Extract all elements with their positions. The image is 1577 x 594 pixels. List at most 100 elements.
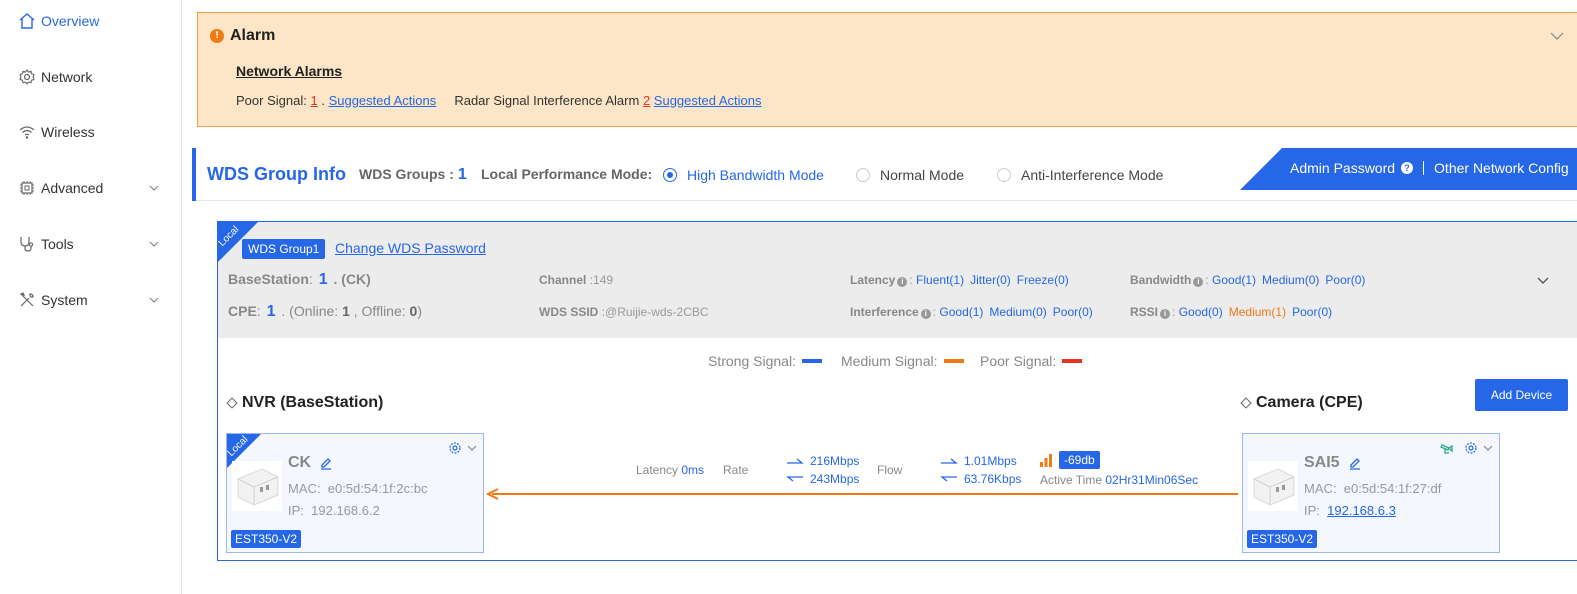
- device-model-badge: EST350-V2: [1247, 530, 1318, 548]
- wds-groups-count: WDS Groups :1: [359, 166, 467, 184]
- section-title-text: NVR (BaseStation): [242, 394, 384, 411]
- legend-poor-swatch: [1062, 359, 1083, 363]
- bandwidth-label: Bandwidth: [1130, 273, 1192, 287]
- info-icon[interactable]: i: [920, 309, 931, 319]
- cpe-count: 1: [266, 303, 276, 320]
- sidebar-item-system[interactable]: System: [0, 280, 181, 320]
- poor-signal-count[interactable]: 1: [310, 93, 317, 108]
- sidebar-item-overview[interactable]: Overview: [0, 1, 181, 41]
- legend-medium-swatch: [943, 359, 964, 363]
- latency-fluent: Fluent(1): [916, 273, 965, 287]
- sidebar: Overview Network Wireless Advanced Tools…: [0, 0, 182, 594]
- device-thumbnail-icon: [1248, 461, 1298, 511]
- admin-password-link[interactable]: Admin Password: [1290, 160, 1395, 176]
- colon: :: [256, 303, 261, 319]
- active-time-label: Active Time: [1040, 473, 1103, 487]
- other-network-config-link[interactable]: Other Network Config: [1434, 160, 1569, 176]
- chevron-down-icon[interactable]: [1483, 444, 1493, 452]
- chevron-down-icon: [149, 185, 159, 191]
- radio-indicator[interactable]: [663, 168, 677, 182]
- radio-label: Anti-Interference Mode: [1021, 167, 1164, 183]
- radio-indicator[interactable]: [997, 168, 1011, 182]
- cpe-device-card[interactable]: SAI5 MAC: e0:5d:54:1f:27:df IP: 192.168.…: [1242, 433, 1500, 553]
- radio-indicator[interactable]: [856, 168, 870, 182]
- flow-up: 1.01Mbps: [940, 454, 1017, 468]
- radio-normal-mode[interactable]: Normal Mode: [856, 167, 964, 183]
- info-icon[interactable]: i: [897, 277, 908, 287]
- rssi-poor: Poor(0): [1292, 305, 1333, 319]
- radio-anti-interference[interactable]: Anti-Interference Mode: [997, 167, 1163, 183]
- signal-legend-strong: Strong Signal:: [708, 353, 822, 369]
- flow-down: 63.76Kbps: [940, 472, 1021, 486]
- chevron-down-icon[interactable]: [1536, 276, 1550, 286]
- latency-label: Latency: [636, 463, 679, 477]
- ssid-info: WDS SSID :@Ruijie-wds-2CBC: [539, 305, 709, 319]
- page-title: WDS Group Info: [207, 164, 346, 184]
- help-icon[interactable]: ?: [1401, 162, 1414, 174]
- app-root: Overview Network Wireless Advanced Tools…: [0, 0, 1577, 594]
- add-device-button[interactable]: Add Device: [1475, 379, 1568, 411]
- divider: [1423, 161, 1425, 175]
- arrow-right-icon: [941, 458, 958, 464]
- cpe-label: CPE: [228, 303, 257, 319]
- cpe-section-title: Camera (CPE): [1240, 394, 1363, 412]
- basestation-section-title: NVR (BaseStation): [226, 394, 384, 412]
- edit-icon[interactable]: [319, 456, 333, 470]
- ip-label: IP:: [288, 503, 304, 518]
- gear-icon[interactable]: [1464, 441, 1478, 455]
- device-model-badge: EST350-V2: [231, 530, 302, 548]
- sidebar-item-wireless[interactable]: Wireless: [0, 112, 181, 152]
- basestation-summary: BaseStation: 1 . (CK): [228, 271, 371, 289]
- alarm-panel: ! Alarm Network Alarms Poor Signal: 1 . …: [197, 12, 1577, 127]
- interference-label: Interference: [850, 305, 919, 319]
- basestation-label: BaseStation: [228, 271, 309, 287]
- ip-link[interactable]: 192.168.6.3: [1327, 503, 1396, 518]
- channel-label: Channel: [539, 273, 587, 287]
- edit-icon[interactable]: [1348, 456, 1362, 470]
- sidebar-item-network[interactable]: Network: [0, 57, 181, 97]
- radar-suggested-actions-link[interactable]: Suggested Actions: [654, 93, 762, 108]
- sidebar-item-tools[interactable]: Tools: [0, 224, 181, 264]
- performance-mode-label: Local Performance Mode:: [481, 166, 653, 182]
- signal-legend-medium: Medium Signal:: [841, 353, 964, 369]
- sidebar-item-label: Advanced: [41, 180, 104, 196]
- change-wds-password-link[interactable]: Change WDS Password: [335, 240, 486, 256]
- rssi-label: RSSI: [1130, 305, 1159, 319]
- device-name: CK: [288, 454, 333, 472]
- alarm-line: Poor Signal: 1 . Suggested Actions Radar…: [236, 93, 762, 108]
- camera-icon[interactable]: [1440, 441, 1454, 455]
- ssid-value: :@Ruijie-wds-2CBC: [601, 305, 709, 319]
- sidebar-item-label: Overview: [41, 13, 100, 29]
- sidebar-item-advanced[interactable]: Advanced: [0, 168, 181, 208]
- gear-icon: [19, 69, 35, 85]
- flow-up-value: 1.01Mbps: [964, 454, 1017, 468]
- section-divider: [196, 200, 1577, 201]
- device-mac: MAC: e0:5d:54:1f:2c:bc: [288, 481, 427, 496]
- colon: :: [1205, 273, 1209, 287]
- bandwidth-stats: Bandwidth i: Good(1) Medium(0) Poor(0): [1130, 273, 1371, 287]
- chevron-down-icon: [149, 297, 159, 303]
- info-icon[interactable]: i: [1160, 309, 1171, 319]
- radar-alarm-count[interactable]: 2: [643, 93, 650, 108]
- mac-label: MAC:: [1304, 481, 1337, 496]
- cpe-offline-label: , Offline:: [353, 303, 406, 319]
- basestation-device-card[interactable]: Local CK MAC: e0:5d:54:1f:2c:bc IP: 192.…: [226, 433, 484, 553]
- channel-value: :149: [589, 273, 614, 287]
- signal-strength-badge: -69db: [1059, 451, 1100, 469]
- info-icon[interactable]: i: [1193, 277, 1204, 287]
- radar-alarm-label: Radar Signal Interference Alarm: [454, 93, 640, 108]
- latency-stats: Latency i: Fluent(1) Jitter(0) Freeze(0): [850, 273, 1075, 287]
- suggested-actions-link[interactable]: Suggested Actions: [329, 93, 437, 108]
- rate-up: 216Mbps: [786, 454, 859, 468]
- chevron-down-icon[interactable]: [1550, 31, 1564, 41]
- gear-icon[interactable]: [448, 441, 462, 455]
- active-time-value: 02Hr31Min06Sec: [1105, 473, 1199, 487]
- chevron-down-icon[interactable]: [467, 444, 477, 452]
- wds-groups-number: 1: [457, 166, 467, 183]
- cpe-online-label: . (Online:: [281, 303, 339, 319]
- signal-bars-icon: [1040, 454, 1052, 467]
- chip-icon: [20, 181, 34, 195]
- radio-high-bandwidth[interactable]: High Bandwidth Mode: [663, 167, 824, 183]
- rssi-stats: RSSI i: Good(0) Medium(1) Poor(0): [1130, 305, 1338, 319]
- home-icon: [19, 13, 35, 29]
